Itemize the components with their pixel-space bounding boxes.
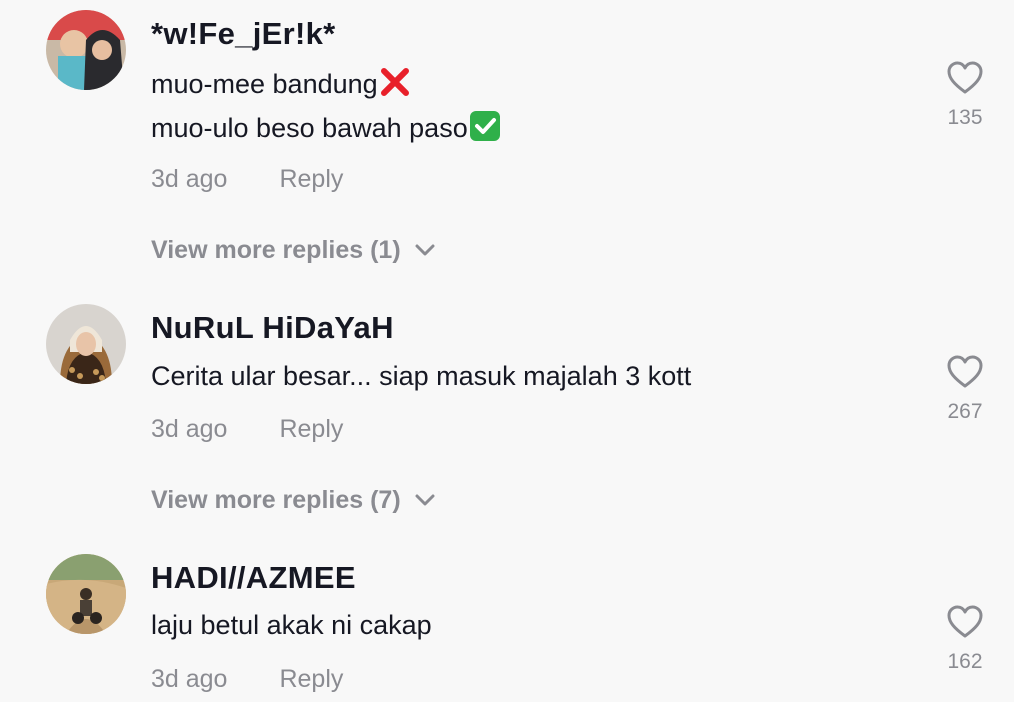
- comment-text: Cerita ular besar... siap masuk majalah …: [151, 361, 692, 391]
- like-count: 267: [947, 400, 983, 423]
- reply-button[interactable]: Reply: [279, 165, 343, 193]
- comment-text-line: Cerita ular besar... siap masuk majalah …: [151, 361, 691, 392]
- heart-icon: [947, 355, 983, 388]
- heart-icon: [947, 61, 983, 94]
- comment-username[interactable]: HADI//AZMEE: [151, 560, 356, 596]
- comment-text-line: muo-ulo beso bawah paso: [151, 110, 501, 144]
- avatar[interactable]: [46, 10, 126, 90]
- comment-text: muo-mee bandung: [151, 69, 378, 99]
- avatar[interactable]: [46, 554, 126, 634]
- reply-button[interactable]: Reply: [279, 665, 343, 693]
- comment-text-line: laju betul akak ni cakap: [151, 610, 432, 641]
- comment-username[interactable]: NuRuL HiDaYaH: [151, 310, 394, 346]
- comment-meta: 3d ago Reply: [151, 165, 343, 194]
- comment-meta: 3d ago Reply: [151, 415, 343, 444]
- reply-button[interactable]: Reply: [279, 415, 343, 443]
- comment-timestamp: 3d ago: [151, 415, 228, 443]
- comment-timestamp: 3d ago: [151, 665, 228, 693]
- avatar-image: [46, 304, 126, 384]
- comment-meta: 3d ago Reply: [151, 665, 343, 694]
- comment-text-line: muo-mee bandung: [151, 66, 411, 100]
- comment-timestamp: 3d ago: [151, 165, 228, 193]
- like-count: 135: [947, 106, 983, 129]
- chevron-down-icon: [415, 494, 435, 506]
- like-button[interactable]: 135: [940, 60, 990, 130]
- chevron-down-icon: [415, 244, 435, 256]
- like-button[interactable]: 267: [940, 354, 990, 424]
- view-more-replies-button[interactable]: View more replies (7): [151, 486, 435, 515]
- avatar[interactable]: [46, 304, 126, 384]
- cross-mark-icon: [379, 66, 411, 98]
- comment-text: muo-ulo beso bawah paso: [151, 113, 468, 143]
- view-more-replies-label: View more replies (1): [151, 236, 401, 264]
- view-more-replies-label: View more replies (7): [151, 486, 401, 514]
- avatar-image: [46, 10, 126, 90]
- view-more-replies-button[interactable]: View more replies (1): [151, 236, 435, 265]
- check-mark-icon: [469, 110, 501, 142]
- heart-icon: [947, 605, 983, 638]
- comment-list: *w!Fe_jEr!k* muo-mee bandung muo-ulo bes…: [0, 0, 1014, 702]
- like-count: 162: [947, 650, 983, 673]
- like-button[interactable]: 162: [940, 604, 990, 674]
- avatar-image: [46, 554, 126, 634]
- comment-username[interactable]: *w!Fe_jEr!k*: [151, 16, 336, 52]
- comment-text: laju betul akak ni cakap: [151, 610, 432, 640]
